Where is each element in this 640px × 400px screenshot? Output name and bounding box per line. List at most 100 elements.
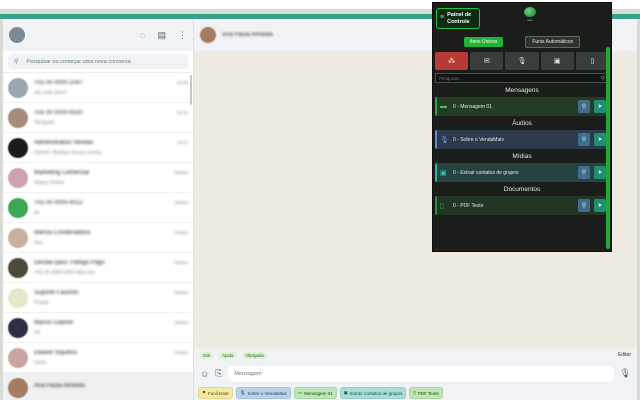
funnel-chip[interactable]: 🎙 Sobre o VendaMais [235, 387, 291, 399]
chat-list-item[interactable]: Gestão para Tráfego Pago Ontem +55 00 0000… [3, 253, 193, 283]
search-icon: ⚲ [581, 137, 587, 143]
chat-list-item[interactable]: Márcio Gabriel Ontem Ok [3, 313, 193, 343]
send-icon: ➤ [597, 137, 603, 143]
panel-item-label: 0 - Sobre o VendaMais [453, 136, 504, 143]
chat-last-message: +55 00 0000-0000 Não tem [34, 269, 96, 276]
chat-list-item[interactable]: +55 00 0000-1047 12:48 olá, tudo bem? [3, 73, 193, 103]
chat-list-item[interactable]: Administrativo Vendas 10:27 Cliente: Rodri… [3, 133, 193, 163]
chat-name: Marketing Comercial [34, 169, 90, 176]
brand-logo: ••••• [519, 7, 541, 27]
chat-list-item[interactable]: Márcia Condenadora Ontem Sim [3, 223, 193, 253]
panel-search-input[interactable]: Pesquisar... ⚲ [435, 73, 609, 83]
category-filter-row: ⁂ ✉ 🎙 ▣ ▯ [433, 52, 611, 70]
panel-sections: Mensagens ▬ 0 - Mensagem 01 ⚲ ➤ Áudios 🎙 0 - So… [433, 87, 611, 215]
contact-name: Ana Paula Almeida [222, 32, 273, 38]
chat-list-item[interactable]: Ana Paula Almeida [3, 373, 193, 400]
chat-time: Ontem [174, 229, 188, 235]
chat-name: +55 00 0000-4012 [34, 199, 83, 206]
menu-icon[interactable]: ⋮ [178, 30, 187, 41]
search-row: ⚲ Pesquisar ou começar uma nova conversa [3, 51, 193, 73]
chat-name: +55 00 0000-1047 [34, 79, 83, 86]
send-icon: ➤ [597, 104, 603, 110]
send-button[interactable]: ➤ [594, 133, 606, 146]
chat-name: Ana Paula Almeida [34, 382, 85, 389]
sidebar-header: ◌ ▤ ⋮ [3, 19, 193, 51]
panel-item[interactable]: ▣ 0 - Extrair contatos de grupos ⚲ ➤ [435, 163, 609, 182]
panel-item[interactable]: 🎙 0 - Sobre o VendaMais ⚲ ➤ [435, 130, 609, 149]
funnel-chip[interactable]: ▭ Mensagem 01 [293, 387, 337, 399]
tab-funis-automaticos[interactable]: Funis Automáticos [525, 35, 581, 48]
quick-reply-chip[interactable]: Ajuda [219, 351, 237, 359]
chat-last-message: Obrigado [34, 119, 55, 126]
document-icon: ▯ [413, 390, 416, 395]
chat-list-item[interactable]: +55 00 0000-4012 Ontem ok [3, 193, 193, 223]
mic-icon: 🎙 [517, 58, 527, 65]
tab-itens-unicos[interactable]: Itens Únicos [463, 36, 504, 47]
quick-reply-chip[interactable]: Olá [200, 351, 214, 359]
microphone-icon[interactable]: 🎙 [620, 368, 631, 379]
search-icon: ⚲ [14, 59, 19, 65]
chat-name: Gestão para Tráfego Pago [34, 259, 105, 266]
send-button[interactable]: ➤ [594, 100, 606, 113]
filter-icon: ⚑ [202, 390, 207, 395]
search-placeholder: Pesquisar ou começar uma nova conversa [26, 58, 131, 65]
chat-time: Ontem [174, 289, 188, 295]
attach-icon[interactable]: ⎘ [215, 368, 222, 379]
search-icon: ⚲ [581, 104, 587, 110]
emoji-icon[interactable]: ☺ [200, 369, 209, 379]
mic-icon: 🎙 [239, 390, 246, 395]
panel-item[interactable]: ▯ 0 - PDF Teste ⚲ ➤ [435, 196, 609, 215]
status-icon[interactable]: ◌ [140, 30, 145, 40]
new-chat-icon[interactable]: ▤ [157, 30, 166, 41]
funnel-chips-row: ⚑ Funil teste 🎙 Sobre o VendaMais ▭ Mensagem … [194, 386, 637, 400]
quick-reply-chip[interactable]: Obrigado [242, 351, 268, 359]
control-panel-button[interactable]: ≡ Painel de Controle [436, 8, 480, 29]
send-icon: ➤ [597, 170, 603, 176]
preview-button[interactable]: ⚲ [578, 133, 590, 146]
chat-avatar [8, 287, 28, 308]
send-button[interactable]: ➤ [594, 166, 606, 179]
contact-avatar[interactable] [200, 27, 216, 43]
image-icon: ▣ [440, 169, 447, 177]
chat-name: Daiane Siqueira [34, 349, 77, 356]
control-panel: ≡ Painel de Controle ••••• Itens Únicos … [432, 2, 612, 252]
preview-button[interactable]: ⚲ [578, 100, 590, 113]
chat-time: 10:27 [176, 139, 188, 145]
message-input[interactable] [228, 365, 614, 382]
funnel-chip[interactable]: ⚑ Funil teste [198, 387, 233, 399]
preview-button[interactable]: ⚲ [578, 166, 590, 179]
document-icon: ▯ [440, 202, 444, 210]
chat-list-item[interactable]: Suporte Favorito Ontem Fixado [3, 283, 193, 313]
search-icon: ⚲ [600, 75, 605, 82]
funnel-category-button[interactable]: ⁂ [435, 52, 469, 70]
media-category-button[interactable]: ▣ [540, 52, 574, 70]
preview-button[interactable]: ⚲ [578, 199, 590, 212]
search-input[interactable]: ⚲ Pesquisar ou começar uma nova conversa [8, 54, 188, 69]
panel-item-label: 0 - Extrair contatos de grupos [453, 169, 519, 176]
chat-avatar [8, 197, 28, 218]
chat-list-item[interactable]: Daiane Siqueira Ontem Certo [3, 343, 193, 373]
my-avatar[interactable] [9, 27, 25, 43]
chat-avatar [8, 77, 28, 98]
document-category-button[interactable]: ▯ [575, 52, 610, 70]
gallery-icon: ▣ [553, 58, 561, 65]
panel-scrollbar[interactable] [606, 47, 610, 249]
search-icon: ⚲ [581, 170, 587, 176]
panel-item[interactable]: ▬ 0 - Mensagem 01 ⚲ ➤ [435, 97, 609, 116]
audio-category-button[interactable]: 🎙 [505, 52, 539, 70]
chat-last-message: Certo [34, 359, 47, 366]
funnel-chip[interactable]: ▯ PDF Teste [409, 387, 443, 399]
chat-last-message: ok [34, 209, 40, 216]
edit-quick-replies-link[interactable]: Editar [618, 352, 631, 358]
funnel-chip-label: Funil teste [208, 390, 229, 396]
chat-list-item[interactable]: +55 00 0000-9320 12:31 Obrigado [3, 103, 193, 133]
message-category-button[interactable]: ✉ [470, 52, 504, 70]
funnel-chip[interactable]: ▣ Extrair contatos de grupos [339, 387, 407, 399]
send-button[interactable]: ➤ [594, 199, 606, 212]
chat-last-message: Fixado [34, 299, 50, 306]
chat-list-item[interactable]: Marketing Comercial Ontem Status Online [3, 163, 193, 193]
chat-list-scrollbar[interactable] [190, 75, 192, 105]
chat-time: Ontem [174, 349, 188, 355]
chat-avatar [8, 377, 28, 398]
chat-avatar [8, 347, 28, 368]
